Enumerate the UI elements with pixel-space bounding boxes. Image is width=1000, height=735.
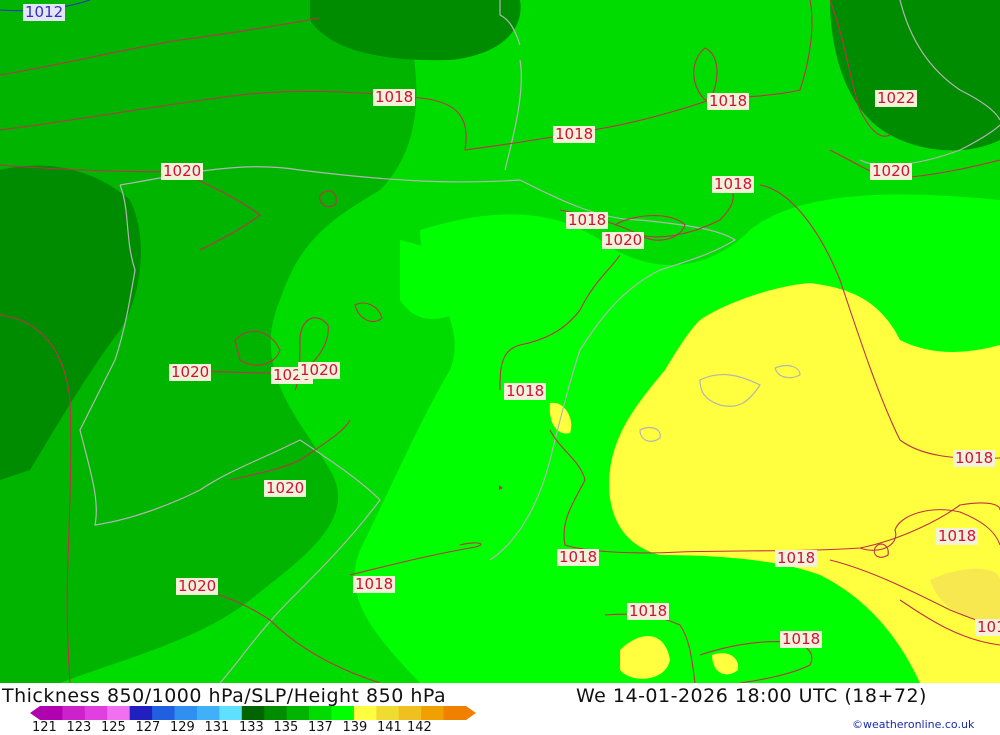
isobar-label: 1012 [23,3,66,21]
legend-swatch [421,706,445,720]
isobar-label: 1018 [936,527,979,545]
legend-swatch [331,706,355,720]
isobar-label: 101 [975,619,1000,636]
isobar-label: 1018 [504,382,547,400]
isobar-label: 1018 [780,630,823,648]
legend-swatch [107,706,131,720]
credit: ©weatheronline.co.uk [852,718,975,731]
legend-swatch [353,706,377,720]
legend-swatch [241,706,265,720]
legend-swatch [376,706,400,720]
isobar-label: 1020 [264,479,307,497]
isobar-label: 1018 [566,211,609,229]
isobar-label: 1018 [373,88,416,106]
isobar-label: 1020 [298,361,341,379]
isobar-label: 1020 [870,162,913,180]
legend-swatch [196,706,220,720]
isobar-label: 1018 [775,549,818,567]
isobar-label: 1020 [602,231,645,249]
legend-swatch [152,706,176,720]
legend-swatch [264,706,288,720]
legend-swatch [129,706,153,720]
isobar-label: 1020 [161,162,204,180]
legend-arrow-right [466,706,476,720]
legend-swatch [309,706,332,720]
isobar-label: 1018 [353,575,396,593]
legend-swatch [398,706,422,720]
isobar-label: 1018 [557,548,600,566]
legend-swatch [40,706,63,720]
legend-arrow-left [30,706,40,720]
isobar-label: 1018 [627,602,670,620]
isobar-label: 1022 [875,89,918,107]
valid-time: We 14-01-2026 18:00 UTC (18+72) [576,685,927,707]
legend-swatch [219,706,243,720]
isobar-label: 1018 [712,175,755,193]
isobar-label: 1018 [953,449,996,467]
isobar-label: 1018 [707,92,750,110]
legend-swatch [84,706,108,720]
isobar-label: 1020 [169,363,212,381]
legend-swatch [62,706,86,720]
color-legend [30,706,476,720]
map-title: Thickness 850/1000 hPa/SLP/Height 850 hP… [2,685,447,707]
isobar-label: 1018 [553,125,596,143]
legend-swatch [174,706,198,720]
legend-swatch [443,706,467,720]
legend-swatch [286,706,310,720]
thickness-map [0,0,1000,683]
isobar-label: 1020 [176,577,219,595]
